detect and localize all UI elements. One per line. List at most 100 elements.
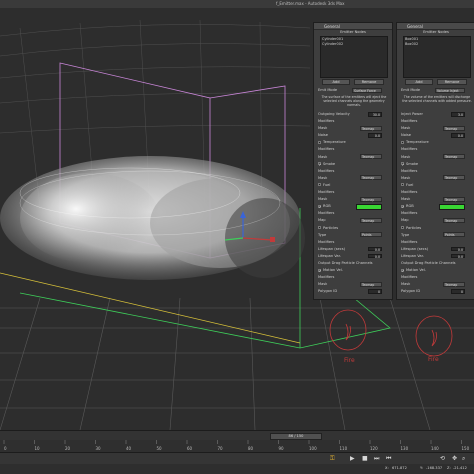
param-field[interactable]: 0 — [368, 289, 382, 294]
param-label: Temperature — [406, 140, 429, 145]
emitter-nodes-label: Emitter Nodes — [340, 30, 366, 34]
param-dropdown[interactable]: Texmap — [360, 196, 382, 202]
z-coordinate[interactable]: -21.412 — [453, 466, 467, 470]
remove-node-button[interactable]: Remove — [354, 79, 384, 85]
param-label: Fuel — [406, 182, 414, 187]
emitter-node-list[interactable]: Cylinder001 Cylinder002 — [320, 36, 388, 78]
perspective-viewport[interactable]: Fire Fire General Emitter Nodes Cylinder00… — [0, 8, 474, 431]
rollout-general[interactable]: General — [397, 23, 474, 30]
param-row: Output Drag Particle Channels — [318, 260, 388, 266]
rollout-general[interactable]: General — [314, 23, 392, 30]
checkbox[interactable] — [401, 183, 404, 187]
status-bar: X: 671.872 Y: -168.337 Z: -21.412 — [0, 464, 474, 474]
fire-gizmo-right-label: Fire — [428, 356, 439, 363]
checkbox[interactable] — [318, 226, 321, 229]
param-label: Motion Vel. — [406, 268, 426, 273]
param-label: Smoke — [323, 161, 336, 166]
fire-gizmo-left-label: Fire — [344, 357, 355, 364]
param-label: Mask — [318, 126, 328, 131]
next-frame-icon[interactable]: ⏭ — [374, 455, 379, 463]
param-row: Mask Texmap — [318, 196, 388, 202]
checkbox[interactable] — [401, 226, 404, 229]
timeline-ruler[interactable]: 0 10 20 30 40 50 60 70 80 90 100 110 120 130 140 150 — [0, 440, 474, 452]
add-node-button[interactable]: Add — [322, 79, 350, 85]
param-dropdown[interactable]: Texmap — [360, 281, 382, 287]
y-coordinate[interactable]: -168.337 — [426, 466, 442, 470]
checkbox[interactable] — [318, 204, 322, 210]
param-label: Modifiers — [401, 239, 418, 244]
param-label: Modifiers — [401, 190, 418, 194]
outgoing-velocity-field[interactable]: 3.0 — [451, 112, 465, 117]
param-field[interactable]: 0 — [451, 289, 465, 294]
param-row: Type Points — [401, 232, 471, 238]
param-field[interactable]: 0.0 — [451, 246, 465, 252]
param-row: Particles — [401, 225, 471, 231]
remove-node-button[interactable]: Remove — [437, 79, 467, 85]
rgb-color-swatch[interactable] — [439, 204, 465, 211]
outgoing-velocity-label: Outgoing Velocity — [318, 112, 350, 116]
param-dropdown[interactable]: Texmap — [360, 125, 382, 131]
checkbox[interactable] — [318, 183, 321, 187]
param-dropdown[interactable]: Texmap — [360, 154, 382, 159]
param-dropdown[interactable]: Texmap — [443, 125, 465, 131]
param-row: Fuel — [401, 182, 471, 188]
param-label: Temperature — [323, 140, 346, 145]
param-label: Smoke — [406, 161, 419, 166]
prev-frame-icon[interactable]: ⏮ — [386, 455, 391, 463]
timeline-tick-label: 100 — [309, 446, 317, 451]
x-coordinate[interactable]: 671.872 — [392, 466, 407, 470]
param-row: Motion Vel. — [318, 267, 388, 274]
emit-mode-dropdown[interactable]: Surface Force — [352, 87, 382, 93]
param-dropdown[interactable]: Points — [360, 232, 382, 238]
play-icon[interactable]: ▶ — [350, 455, 355, 463]
orbit-icon[interactable]: ⟲ — [440, 455, 445, 463]
emitter-node-item[interactable]: Box002 — [404, 42, 470, 47]
checkbox[interactable] — [401, 268, 405, 274]
param-row: Output Drag Particle Channels — [401, 260, 471, 266]
param-field[interactable]: 0.0 — [451, 253, 465, 259]
param-row: Smoke — [318, 161, 388, 167]
param-field[interactable]: 0.0 — [451, 133, 465, 138]
param-dropdown[interactable]: Texmap — [443, 175, 465, 181]
outgoing-velocity-row: Outgoing Velocity 30.0 — [318, 111, 388, 117]
rgb-color-swatch[interactable] — [356, 204, 382, 211]
param-field[interactable]: 0.0 — [368, 246, 382, 252]
checkbox[interactable] — [318, 161, 322, 167]
param-row: Mask Texmap — [401, 175, 471, 181]
param-label: RGB — [323, 204, 331, 209]
emitter-panel-1: General Emitter Nodes Cylinder001 Cylinder0… — [313, 22, 393, 300]
param-dropdown[interactable]: Texmap — [443, 154, 465, 159]
param-field[interactable]: 0.0 — [368, 133, 382, 138]
param-dropdown[interactable]: Texmap — [443, 196, 465, 202]
checkbox[interactable] — [401, 161, 405, 167]
checkbox[interactable] — [318, 140, 321, 144]
key-icon[interactable]: ⚿ — [330, 455, 335, 463]
timeline-tick-label: 0 — [4, 446, 7, 451]
param-row: Polygon ID 0 — [401, 288, 471, 294]
param-dropdown[interactable]: Texmap — [360, 175, 382, 181]
param-field[interactable]: 0.0 — [368, 253, 382, 259]
param-dropdown[interactable]: Texmap — [443, 281, 465, 287]
param-row: RGB — [401, 203, 471, 211]
emit-mode-label: Emit Mode — [318, 88, 338, 92]
zoom-icon[interactable]: ⌕ — [462, 455, 465, 463]
outgoing-velocity-field[interactable]: 30.0 — [368, 112, 382, 117]
emit-mode-row: Emit Mode Volume Inject — [401, 87, 471, 93]
emit-mode-dropdown[interactable]: Volume Inject — [435, 87, 465, 93]
pan-icon[interactable]: ✥ — [452, 455, 457, 463]
checkbox[interactable] — [318, 268, 322, 274]
checkbox[interactable] — [401, 140, 404, 144]
emit-mode-label: Emit Mode — [401, 88, 421, 92]
param-row: Modifiers — [401, 274, 471, 280]
time-slider[interactable]: 86 / 150 — [270, 433, 322, 440]
emitter-node-list[interactable]: Box001 Box002 — [403, 36, 471, 78]
param-dropdown[interactable]: Texmap — [360, 217, 382, 223]
param-dropdown[interactable]: Points — [443, 232, 465, 238]
stop-icon[interactable]: ■ — [362, 455, 368, 463]
emitter-node-item[interactable]: Cylinder002 — [321, 42, 387, 47]
param-row: Type Points — [318, 232, 388, 238]
add-node-button[interactable]: Add — [405, 79, 433, 85]
timeline-ticks: 0 10 20 30 40 50 60 70 80 90 100 110 120 130 140 150 — [3, 440, 470, 451]
param-dropdown[interactable]: Texmap — [443, 217, 465, 223]
checkbox[interactable] — [401, 204, 405, 210]
